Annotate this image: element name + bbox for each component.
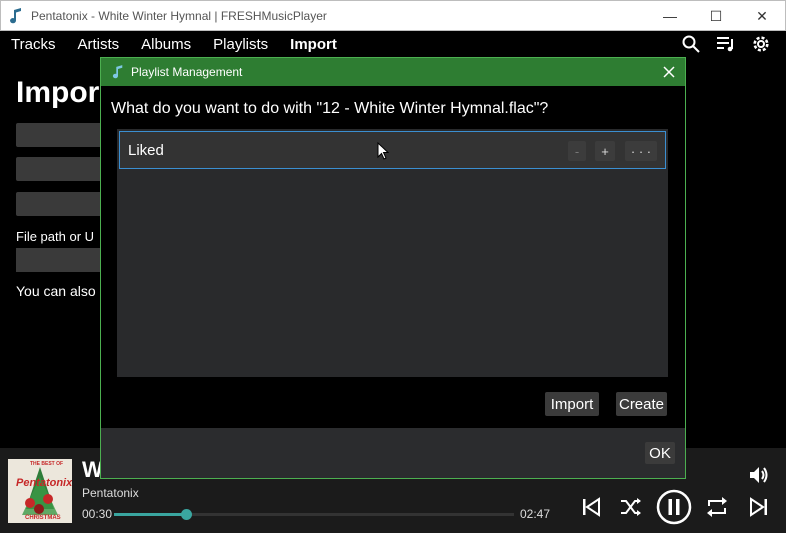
music-note-icon [1, 7, 31, 24]
dialog-footer: OK [101, 428, 685, 478]
window-controls: — ☐ ✕ [647, 1, 785, 31]
dialog-question: What do you want to do with "12 - White … [111, 100, 549, 117]
time-current: 00:30 [82, 507, 113, 521]
shuffle-icon[interactable] [619, 496, 643, 518]
nav-albums[interactable]: Albums [130, 36, 202, 53]
queue-icon[interactable] [715, 33, 737, 55]
playlist-row-liked[interactable]: Liked - + · · · [119, 131, 666, 169]
nav-icons [680, 33, 772, 55]
window-titlebar: Pentatonix - White Winter Hymnal | FRESH… [0, 0, 786, 31]
page-title: Impor [16, 76, 100, 109]
nav-tracks[interactable]: Tracks [0, 36, 66, 53]
album-art: THE BEST OF Pentatonix CHRISTMAS [8, 459, 72, 523]
search-icon[interactable] [680, 33, 702, 55]
remove-from-playlist-button[interactable]: - [568, 141, 586, 161]
playlist-name: Liked [128, 141, 164, 159]
seek-thumb[interactable] [181, 509, 192, 520]
dialog-title: Playlist Management [131, 65, 243, 79]
add-to-playlist-button[interactable]: + [595, 141, 615, 161]
window-title: Pentatonix - White Winter Hymnal | FRESH… [31, 8, 327, 23]
gear-icon[interactable] [750, 33, 772, 55]
nav-import[interactable]: Import [279, 36, 348, 53]
nav-artists[interactable]: Artists [66, 36, 130, 53]
dialog-titlebar: Playlist Management [101, 58, 685, 86]
import-hint: You can also [16, 283, 96, 299]
pause-button[interactable] [656, 489, 692, 525]
volume-icon[interactable] [748, 464, 770, 486]
maximize-button[interactable]: ☐ [693, 1, 739, 31]
next-icon[interactable] [748, 496, 770, 518]
file-path-label: File path or U [16, 229, 95, 244]
track-artist[interactable]: Pentatonix [82, 486, 139, 500]
dialog-body: What do you want to do with "12 - White … [101, 86, 685, 428]
seek-bar[interactable] [114, 513, 514, 516]
close-icon[interactable] [659, 62, 679, 82]
close-window-button[interactable]: ✕ [739, 1, 785, 31]
playlist-list[interactable]: Liked - + · · · [117, 129, 668, 377]
album-art-text-name: Pentatonix [16, 477, 72, 489]
music-note-icon [105, 65, 131, 79]
main-nav: Tracks Artists Albums Playlists Import [0, 31, 786, 58]
nav-playlists[interactable]: Playlists [202, 36, 279, 53]
playlist-management-dialog: Playlist Management What do you want to … [100, 57, 686, 479]
album-art-text-top: THE BEST OF [30, 461, 64, 467]
playlist-more-button[interactable]: · · · [625, 141, 657, 161]
previous-icon[interactable] [580, 496, 602, 518]
minimize-button[interactable]: — [647, 1, 693, 31]
seek-bar-fill [114, 513, 186, 516]
mouse-cursor-icon [377, 141, 390, 165]
ok-button[interactable]: OK [645, 442, 675, 464]
import-button[interactable]: Import [545, 392, 599, 416]
album-art-text-bottom: CHRISTMAS [25, 515, 61, 521]
repeat-icon[interactable] [705, 496, 729, 518]
create-button[interactable]: Create [616, 392, 667, 416]
time-total: 02:47 [520, 507, 551, 521]
app-window: Pentatonix - White Winter Hymnal | FRESH… [0, 0, 786, 533]
